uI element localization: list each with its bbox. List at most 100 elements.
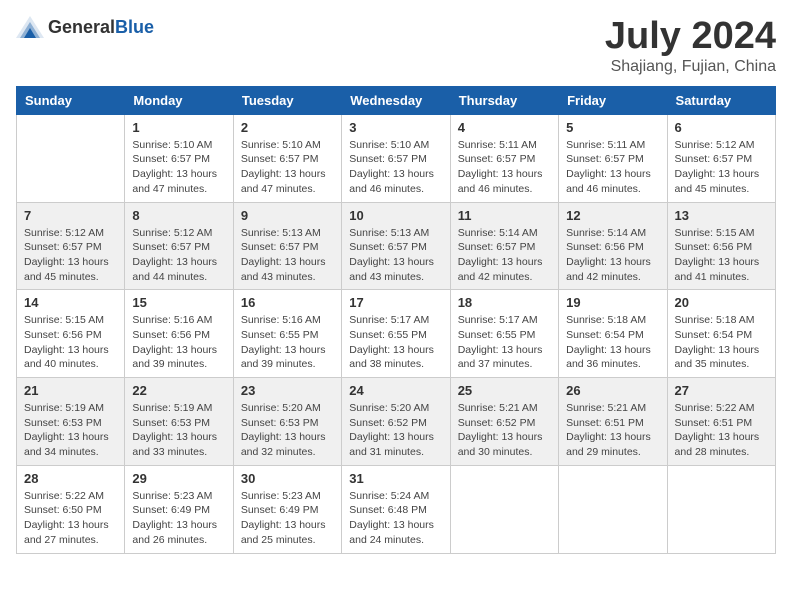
day-number: 12 bbox=[566, 208, 659, 223]
day-info: Sunrise: 5:11 AMSunset: 6:57 PMDaylight:… bbox=[566, 138, 659, 197]
day-number: 24 bbox=[349, 383, 442, 398]
day-info: Sunrise: 5:23 AMSunset: 6:49 PMDaylight:… bbox=[132, 489, 225, 548]
calendar-cell: 17 Sunrise: 5:17 AMSunset: 6:55 PMDayligh… bbox=[342, 290, 450, 378]
day-number: 21 bbox=[24, 383, 117, 398]
day-info: Sunrise: 5:17 AMSunset: 6:55 PMDaylight:… bbox=[349, 313, 442, 372]
day-info: Sunrise: 5:14 AMSunset: 6:56 PMDaylight:… bbox=[566, 226, 659, 285]
day-info: Sunrise: 5:15 AMSunset: 6:56 PMDaylight:… bbox=[24, 313, 117, 372]
day-number: 14 bbox=[24, 295, 117, 310]
calendar-cell: 6 Sunrise: 5:12 AMSunset: 6:57 PMDaylight… bbox=[667, 114, 775, 202]
calendar-week-row: 21 Sunrise: 5:19 AMSunset: 6:53 PMDayligh… bbox=[17, 378, 776, 466]
calendar-cell: 23 Sunrise: 5:20 AMSunset: 6:53 PMDayligh… bbox=[233, 378, 341, 466]
logo-general: General bbox=[48, 17, 115, 37]
calendar-cell: 25 Sunrise: 5:21 AMSunset: 6:52 PMDayligh… bbox=[450, 378, 558, 466]
calendar-cell: 10 Sunrise: 5:13 AMSunset: 6:57 PMDayligh… bbox=[342, 202, 450, 290]
calendar-cell: 14 Sunrise: 5:15 AMSunset: 6:56 PMDayligh… bbox=[17, 290, 125, 378]
day-number: 18 bbox=[458, 295, 551, 310]
day-info: Sunrise: 5:17 AMSunset: 6:55 PMDaylight:… bbox=[458, 313, 551, 372]
day-info: Sunrise: 5:22 AMSunset: 6:50 PMDaylight:… bbox=[24, 489, 117, 548]
day-info: Sunrise: 5:16 AMSunset: 6:56 PMDaylight:… bbox=[132, 313, 225, 372]
calendar-cell: 5 Sunrise: 5:11 AMSunset: 6:57 PMDaylight… bbox=[559, 114, 667, 202]
day-number: 17 bbox=[349, 295, 442, 310]
logo: GeneralBlue bbox=[16, 16, 154, 38]
day-number: 30 bbox=[241, 471, 334, 486]
calendar-header-row: SundayMondayTuesdayWednesdayThursdayFrid… bbox=[17, 86, 776, 114]
day-info: Sunrise: 5:21 AMSunset: 6:51 PMDaylight:… bbox=[566, 401, 659, 460]
day-number: 13 bbox=[675, 208, 768, 223]
day-info: Sunrise: 5:12 AMSunset: 6:57 PMDaylight:… bbox=[24, 226, 117, 285]
day-info: Sunrise: 5:10 AMSunset: 6:57 PMDaylight:… bbox=[349, 138, 442, 197]
logo-blue: Blue bbox=[115, 17, 154, 37]
calendar-cell bbox=[17, 114, 125, 202]
calendar-week-row: 7 Sunrise: 5:12 AMSunset: 6:57 PMDaylight… bbox=[17, 202, 776, 290]
day-number: 19 bbox=[566, 295, 659, 310]
day-info: Sunrise: 5:10 AMSunset: 6:57 PMDaylight:… bbox=[241, 138, 334, 197]
calendar-cell: 26Sunrise: 5:21 AMSunset: 6:51 PMDayligh… bbox=[559, 378, 667, 466]
day-number: 7 bbox=[24, 208, 117, 223]
calendar-cell: 18 Sunrise: 5:17 AMSunset: 6:55 PMDayligh… bbox=[450, 290, 558, 378]
day-info: Sunrise: 5:13 AMSunset: 6:57 PMDaylight:… bbox=[349, 226, 442, 285]
day-number: 11 bbox=[458, 208, 551, 223]
day-number: 20 bbox=[675, 295, 768, 310]
weekday-header: Wednesday bbox=[342, 86, 450, 114]
day-info: Sunrise: 5:14 AMSunset: 6:57 PMDaylight:… bbox=[458, 226, 551, 285]
calendar-cell: 29Sunrise: 5:23 AMSunset: 6:49 PMDayligh… bbox=[125, 465, 233, 553]
day-info: Sunrise: 5:24 AMSunset: 6:48 PMDaylight:… bbox=[349, 489, 442, 548]
weekday-header: Sunday bbox=[17, 86, 125, 114]
calendar-cell bbox=[559, 465, 667, 553]
day-number: 27 bbox=[675, 383, 768, 398]
day-info: Sunrise: 5:19 AMSunset: 6:53 PMDaylight:… bbox=[24, 401, 117, 460]
logo-text: GeneralBlue bbox=[48, 17, 154, 38]
day-info: Sunrise: 5:21 AMSunset: 6:52 PMDaylight:… bbox=[458, 401, 551, 460]
title-block: July 2024 Shajiang, Fujian, China bbox=[605, 16, 776, 76]
calendar-week-row: 1 Sunrise: 5:10 AMSunset: 6:57 PMDaylight… bbox=[17, 114, 776, 202]
day-number: 4 bbox=[458, 120, 551, 135]
calendar-cell: 31 Sunrise: 5:24 AMSunset: 6:48 PMDayligh… bbox=[342, 465, 450, 553]
day-number: 23 bbox=[241, 383, 334, 398]
day-info: Sunrise: 5:20 AMSunset: 6:53 PMDaylight:… bbox=[241, 401, 334, 460]
weekday-header: Monday bbox=[125, 86, 233, 114]
day-info: Sunrise: 5:15 AMSunset: 6:56 PMDaylight:… bbox=[675, 226, 768, 285]
calendar-cell: 30Sunrise: 5:23 AMSunset: 6:49 PMDayligh… bbox=[233, 465, 341, 553]
calendar-cell: 12 Sunrise: 5:14 AMSunset: 6:56 PMDayligh… bbox=[559, 202, 667, 290]
calendar-cell: 28 Sunrise: 5:22 AMSunset: 6:50 PMDayligh… bbox=[17, 465, 125, 553]
day-info: Sunrise: 5:13 AMSunset: 6:57 PMDaylight:… bbox=[241, 226, 334, 285]
day-info: Sunrise: 5:18 AMSunset: 6:54 PMDaylight:… bbox=[675, 313, 768, 372]
day-number: 28 bbox=[24, 471, 117, 486]
calendar-cell bbox=[667, 465, 775, 553]
calendar-cell: 3Sunrise: 5:10 AMSunset: 6:57 PMDaylight… bbox=[342, 114, 450, 202]
calendar-cell: 7 Sunrise: 5:12 AMSunset: 6:57 PMDaylight… bbox=[17, 202, 125, 290]
subtitle: Shajiang, Fujian, China bbox=[605, 58, 776, 76]
calendar-cell: 16Sunrise: 5:16 AMSunset: 6:55 PMDayligh… bbox=[233, 290, 341, 378]
calendar-week-row: 28 Sunrise: 5:22 AMSunset: 6:50 PMDayligh… bbox=[17, 465, 776, 553]
calendar-cell: 24 Sunrise: 5:20 AMSunset: 6:52 PMDayligh… bbox=[342, 378, 450, 466]
day-number: 6 bbox=[675, 120, 768, 135]
calendar-cell: 11 Sunrise: 5:14 AMSunset: 6:57 PMDayligh… bbox=[450, 202, 558, 290]
calendar-cell: 19 Sunrise: 5:18 AMSunset: 6:54 PMDayligh… bbox=[559, 290, 667, 378]
weekday-header: Tuesday bbox=[233, 86, 341, 114]
main-title: July 2024 bbox=[605, 16, 776, 58]
day-info: Sunrise: 5:11 AMSunset: 6:57 PMDaylight:… bbox=[458, 138, 551, 197]
day-number: 5 bbox=[566, 120, 659, 135]
weekday-header: Saturday bbox=[667, 86, 775, 114]
day-number: 25 bbox=[458, 383, 551, 398]
day-number: 9 bbox=[241, 208, 334, 223]
calendar-cell: 9 Sunrise: 5:13 AMSunset: 6:57 PMDaylight… bbox=[233, 202, 341, 290]
day-number: 10 bbox=[349, 208, 442, 223]
day-info: Sunrise: 5:20 AMSunset: 6:52 PMDaylight:… bbox=[349, 401, 442, 460]
day-number: 2 bbox=[241, 120, 334, 135]
day-number: 1 bbox=[132, 120, 225, 135]
logo-icon bbox=[16, 16, 44, 38]
day-info: Sunrise: 5:12 AMSunset: 6:57 PMDaylight:… bbox=[675, 138, 768, 197]
calendar-cell: 2 Sunrise: 5:10 AMSunset: 6:57 PMDaylight… bbox=[233, 114, 341, 202]
calendar-cell: 27Sunrise: 5:22 AMSunset: 6:51 PMDayligh… bbox=[667, 378, 775, 466]
day-info: Sunrise: 5:10 AMSunset: 6:57 PMDaylight:… bbox=[132, 138, 225, 197]
day-info: Sunrise: 5:19 AMSunset: 6:53 PMDaylight:… bbox=[132, 401, 225, 460]
weekday-header: Friday bbox=[559, 86, 667, 114]
day-number: 22 bbox=[132, 383, 225, 398]
day-number: 31 bbox=[349, 471, 442, 486]
page-header: GeneralBlue July 2024 Shajiang, Fujian, … bbox=[16, 16, 776, 76]
day-info: Sunrise: 5:18 AMSunset: 6:54 PMDaylight:… bbox=[566, 313, 659, 372]
calendar-cell bbox=[450, 465, 558, 553]
calendar-week-row: 14 Sunrise: 5:15 AMSunset: 6:56 PMDayligh… bbox=[17, 290, 776, 378]
